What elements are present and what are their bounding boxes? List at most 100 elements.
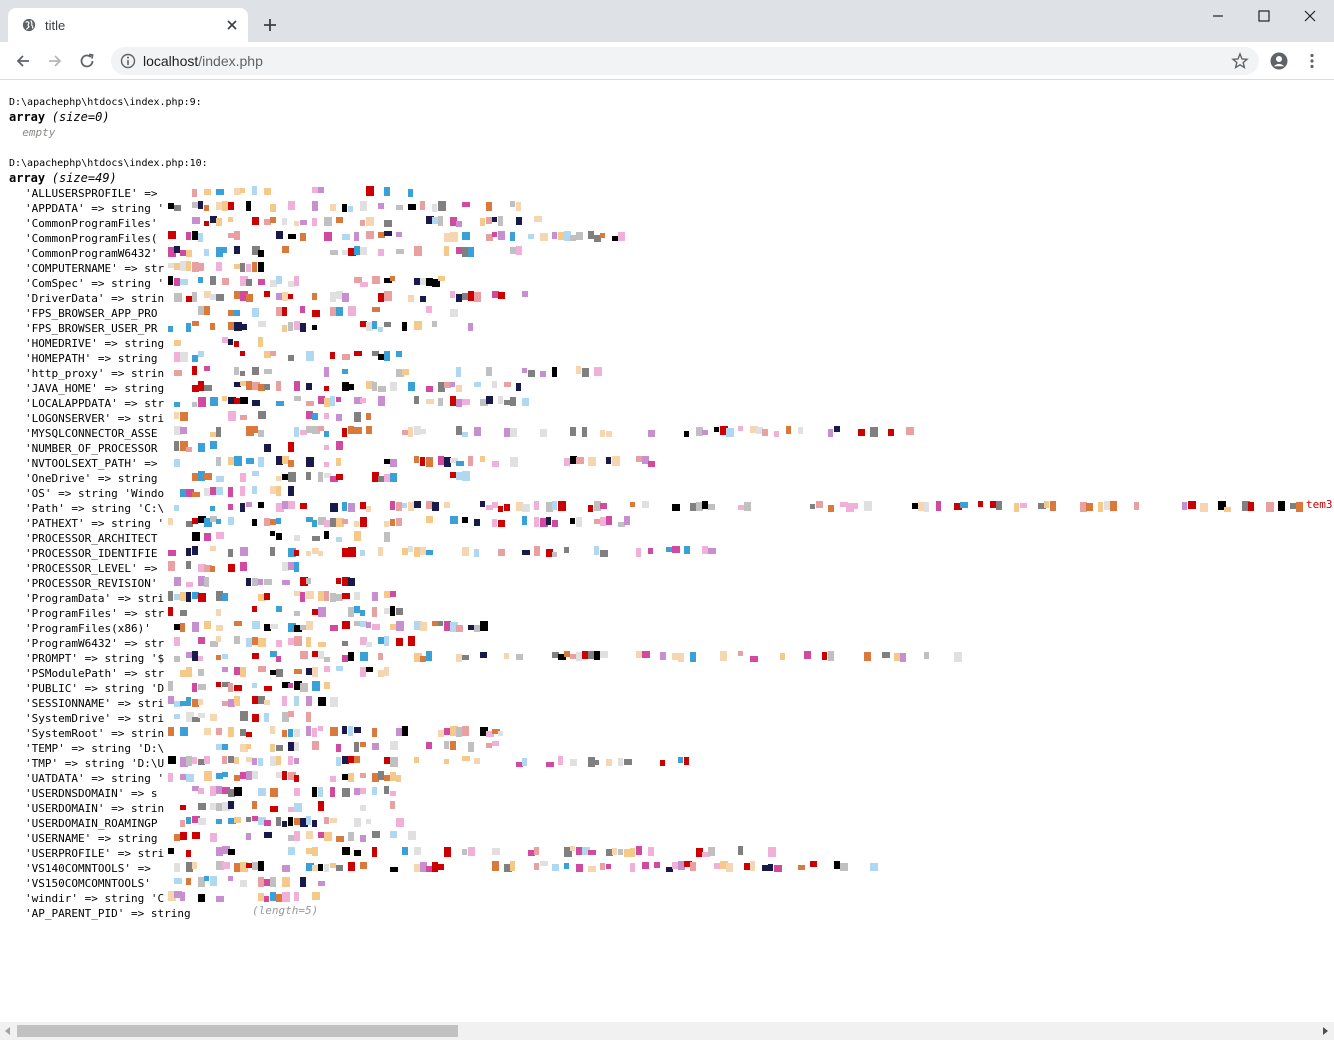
account-icon[interactable]	[1270, 52, 1288, 70]
redaction-pixel	[414, 396, 419, 404]
redaction-pixel	[324, 520, 331, 527]
redaction-pixel	[504, 400, 511, 405]
redaction-pixel	[324, 386, 329, 391]
redaction-pixel	[666, 547, 673, 552]
env-entry: 'FPS_BROWSER_APP_PRO	[25, 307, 158, 320]
redaction-pixel	[258, 594, 266, 601]
redaction-pixel	[288, 460, 294, 467]
redaction-pixel	[570, 427, 576, 436]
redaction-pixel	[534, 863, 539, 870]
redaction-pixel	[576, 457, 584, 464]
redaction-pixel	[282, 696, 287, 706]
redaction-pixel	[846, 503, 854, 512]
horizontal-scrollbar[interactable]	[0, 1022, 1334, 1040]
redaction-pixel	[252, 471, 259, 476]
bookmark-star-icon[interactable]	[1231, 52, 1249, 70]
site-info-icon[interactable]	[120, 53, 136, 69]
redaction-pixel	[330, 697, 338, 707]
redaction-pixel	[912, 503, 919, 509]
browser-tab[interactable]: title	[8, 8, 248, 42]
redaction-pixel	[402, 503, 407, 508]
redaction-pixel	[240, 772, 246, 779]
scroll-right-arrow-icon[interactable]	[1323, 1027, 1328, 1035]
scrollbar-thumb[interactable]	[17, 1025, 458, 1037]
redaction-pixel	[318, 881, 325, 886]
redaction-pixel	[294, 775, 299, 782]
kebab-menu-icon[interactable]	[1303, 52, 1321, 70]
redaction-pixel	[534, 216, 542, 222]
redaction-pixel	[354, 277, 362, 283]
redaction-pixel	[738, 426, 743, 431]
redaction-pixel	[750, 656, 758, 662]
redaction-pixel	[372, 607, 377, 617]
redaction-pixel	[318, 651, 324, 659]
redaction-pixel	[342, 756, 349, 764]
minimize-icon[interactable]	[1210, 8, 1226, 24]
redaction-pixel	[642, 501, 649, 508]
redaction-pixel	[402, 430, 410, 435]
forward-arrow-icon[interactable]	[46, 52, 64, 70]
maximize-icon[interactable]	[1256, 8, 1272, 24]
url-path: /index.php	[198, 53, 263, 69]
redaction-pixel	[288, 486, 294, 496]
redaction-pixel	[606, 516, 612, 525]
back-arrow-icon[interactable]	[14, 52, 32, 70]
address-bar[interactable]: localhost/index.php	[111, 47, 1259, 75]
window-close-icon[interactable]	[1302, 8, 1318, 24]
redaction-pixel	[288, 756, 293, 765]
redaction-pixel	[300, 503, 307, 509]
redaction-pixel	[918, 502, 925, 511]
redaction-pixel	[510, 861, 515, 871]
redaction-pixel	[258, 817, 266, 825]
url-text[interactable]: localhost/index.php	[143, 53, 263, 69]
redaction-pixel	[294, 396, 301, 401]
redaction-pixel	[378, 637, 385, 644]
redaction-pixel	[510, 232, 515, 241]
redaction-pixel	[420, 278, 426, 285]
redaction-pixel	[594, 546, 599, 555]
redaction-pixel	[222, 744, 228, 750]
redaction-pixel	[246, 294, 253, 302]
redaction-pixel	[456, 367, 461, 377]
new-tab-plus-icon[interactable]	[262, 17, 278, 33]
redaction-pixel	[366, 231, 374, 239]
scroll-left-arrow-icon[interactable]	[5, 1027, 10, 1035]
redaction-pixel	[258, 457, 264, 467]
redaction-pixel	[618, 232, 625, 241]
redaction-pixel	[828, 429, 833, 437]
redaction-pixel	[642, 862, 649, 869]
redaction-pixel	[360, 621, 367, 627]
redaction-pixel	[864, 652, 871, 661]
redaction-pixel	[582, 427, 587, 437]
redaction-pixel	[234, 291, 241, 299]
reload-icon[interactable]	[78, 52, 96, 70]
redaction-pixel	[1278, 501, 1285, 511]
redaction-pixel	[318, 396, 325, 404]
redaction-pixel	[252, 308, 259, 317]
env-entry: 'http_proxy' => strin	[25, 367, 165, 380]
env-entry: 'OS' => string 'Windo	[25, 487, 165, 500]
redaction-pixel	[630, 848, 635, 857]
redaction-pixel	[612, 236, 619, 241]
redaction-pixel	[480, 727, 488, 736]
redaction-pixel	[306, 831, 313, 839]
redaction-pixel	[672, 546, 680, 553]
redaction-pixel	[270, 744, 275, 752]
redaction-pixel	[384, 291, 392, 301]
redaction-pixel	[558, 654, 566, 660]
redaction-pixel	[432, 621, 439, 626]
env-entry: 'LOCALAPPDATA' => str	[25, 397, 165, 410]
redaction-pixel	[480, 399, 488, 406]
redaction-pixel	[708, 847, 715, 856]
redaction-pixel	[264, 188, 271, 195]
redaction-pixel	[510, 397, 516, 406]
redaction-pixel	[492, 741, 499, 746]
redaction-pixel	[270, 217, 276, 223]
redaction-pixel	[240, 744, 248, 752]
redaction-pixel	[606, 457, 611, 464]
redaction-pixel	[390, 772, 396, 781]
redaction-pixel	[306, 637, 311, 647]
tab-close-icon[interactable]	[226, 19, 238, 31]
redaction-pixel	[618, 758, 623, 766]
redaction-pixel	[1290, 503, 1297, 509]
